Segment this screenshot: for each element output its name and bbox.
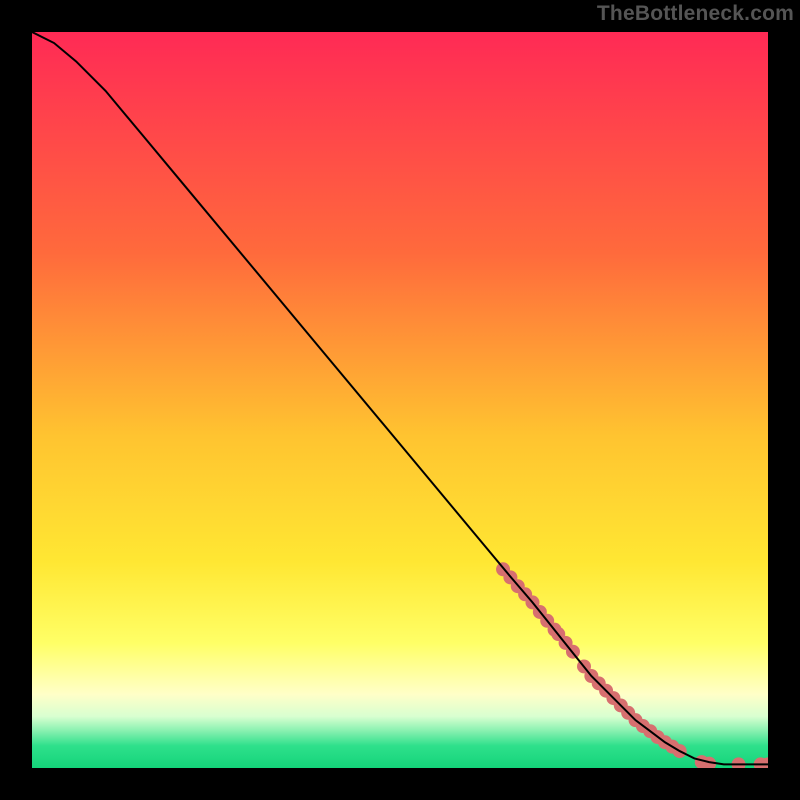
chart-svg — [32, 32, 768, 768]
marker-group — [496, 562, 768, 768]
marker-dot — [732, 757, 746, 768]
watermark-text: TheBottleneck.com — [597, 2, 794, 26]
chart-frame: TheBottleneck.com — [0, 0, 800, 800]
plot-area — [32, 32, 768, 768]
curve-line — [32, 32, 768, 764]
